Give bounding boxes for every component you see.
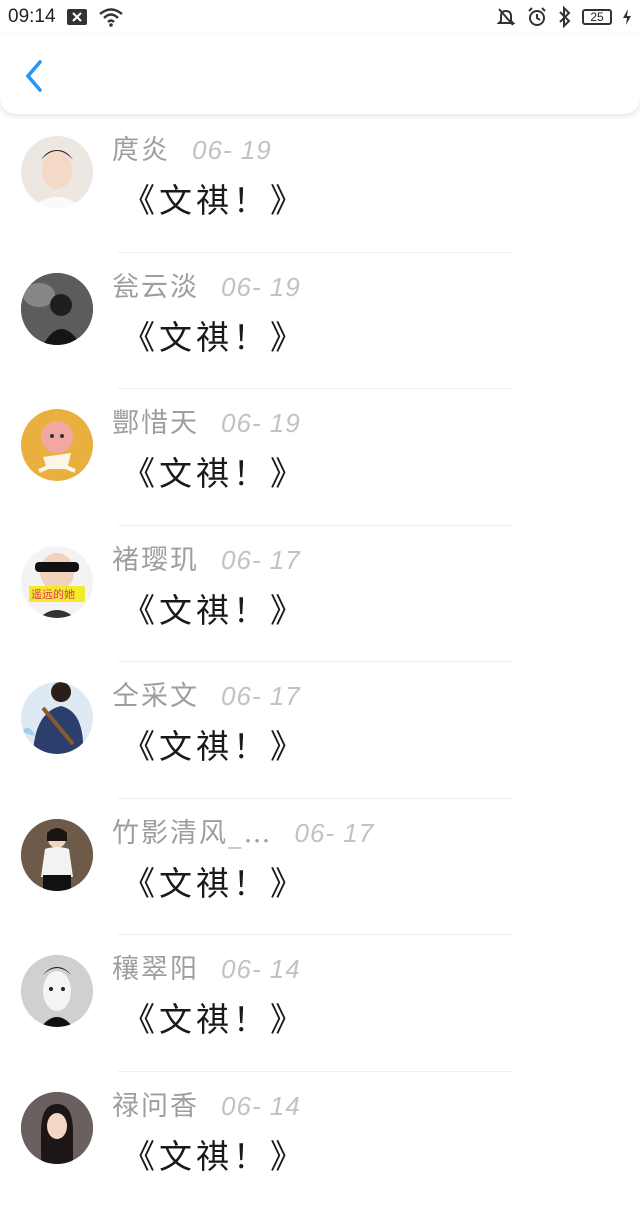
bell-off-icon	[496, 7, 516, 27]
message-text: 《文祺！》	[122, 584, 307, 632]
message-date: 06- 17	[295, 818, 375, 849]
list-item[interactable]: 竹影清风_… 06- 17 《文祺！》	[0, 799, 640, 936]
list-item[interactable]: 穰翠阳 06- 14 《文祺！》	[0, 935, 640, 1072]
status-bar: 09:14 25	[0, 0, 640, 34]
name-row: 褚璎玑 06- 17	[112, 538, 301, 577]
message-text: 《文祺！》	[122, 174, 307, 222]
close-box-icon	[66, 8, 88, 26]
avatar[interactable]	[21, 682, 93, 754]
status-time: 09:14	[8, 6, 56, 28]
message-date: 06- 17	[221, 545, 301, 576]
back-button[interactable]	[20, 56, 50, 96]
alarm-icon	[526, 6, 548, 28]
avatar[interactable]	[21, 1092, 93, 1164]
message-text: 《文祺！》	[122, 447, 307, 495]
name-row: 仝采文 06- 17	[112, 674, 301, 713]
name-row: 穰翠阳 06- 14	[112, 947, 301, 986]
message-text: 《文祺！》	[122, 720, 307, 768]
contact-name: 仝采文	[112, 674, 199, 713]
list-item[interactable]: 瓮云淡 06- 19 《文祺！》	[0, 253, 640, 390]
name-row: 酆惜天 06- 19	[112, 401, 301, 440]
list-item[interactable]: 禄问香 06- 14 《文祺！》	[0, 1072, 640, 1208]
charging-icon	[622, 8, 632, 26]
avatar[interactable]	[21, 273, 93, 345]
contact-name: 竹影清风_…	[112, 811, 273, 850]
message-text: 《文祺！》	[122, 1130, 307, 1178]
contact-name: 禄问香	[112, 1084, 199, 1123]
name-row: 禄问香 06- 14	[112, 1084, 301, 1123]
message-date: 06- 19	[221, 272, 301, 303]
message-date: 06- 14	[221, 954, 301, 985]
name-row: 竹影清风_… 06- 17	[112, 811, 374, 850]
bluetooth-icon	[558, 6, 572, 28]
avatar[interactable]	[21, 136, 93, 208]
name-row: 庹炎 06- 19	[112, 128, 272, 167]
contact-name: 穰翠阳	[112, 947, 199, 986]
list-item[interactable]: 仝采文 06- 17 《文祺！》	[0, 662, 640, 799]
avatar[interactable]	[21, 955, 93, 1027]
contact-name: 庹炎	[112, 128, 170, 167]
list-item[interactable]: 庹炎 06- 19 《文祺！》	[0, 116, 640, 253]
battery-indicator: 25	[582, 9, 612, 25]
message-list: 庹炎 06- 19 《文祺！》 瓮云淡 06- 19 《文祺！》 酆惜天 06-…	[0, 116, 640, 1208]
chevron-left-icon	[20, 56, 50, 96]
message-text: 《文祺！》	[122, 857, 307, 905]
avatar[interactable]	[21, 819, 93, 891]
avatar-caption: 遥远的她	[31, 586, 75, 602]
avatar[interactable]: 遥远的她	[21, 546, 93, 618]
contact-name: 褚璎玑	[112, 538, 199, 577]
contact-name: 酆惜天	[112, 401, 199, 440]
message-date: 06- 14	[221, 1091, 301, 1122]
wifi-icon	[98, 7, 124, 27]
status-right: 25	[496, 6, 632, 28]
avatar[interactable]	[21, 409, 93, 481]
status-left: 09:14	[8, 6, 124, 28]
message-date: 06- 19	[192, 135, 272, 166]
name-row: 瓮云淡 06- 19	[112, 265, 301, 304]
contact-name: 瓮云淡	[112, 265, 199, 304]
top-bar	[0, 34, 640, 114]
message-text: 《文祺！》	[122, 993, 307, 1041]
list-item[interactable]: 遥远的她 褚璎玑 06- 17 《文祺！》	[0, 526, 640, 663]
message-date: 06- 19	[221, 408, 301, 439]
message-date: 06- 17	[221, 681, 301, 712]
list-item[interactable]: 酆惜天 06- 19 《文祺！》	[0, 389, 640, 526]
message-text: 《文祺！》	[122, 311, 307, 359]
